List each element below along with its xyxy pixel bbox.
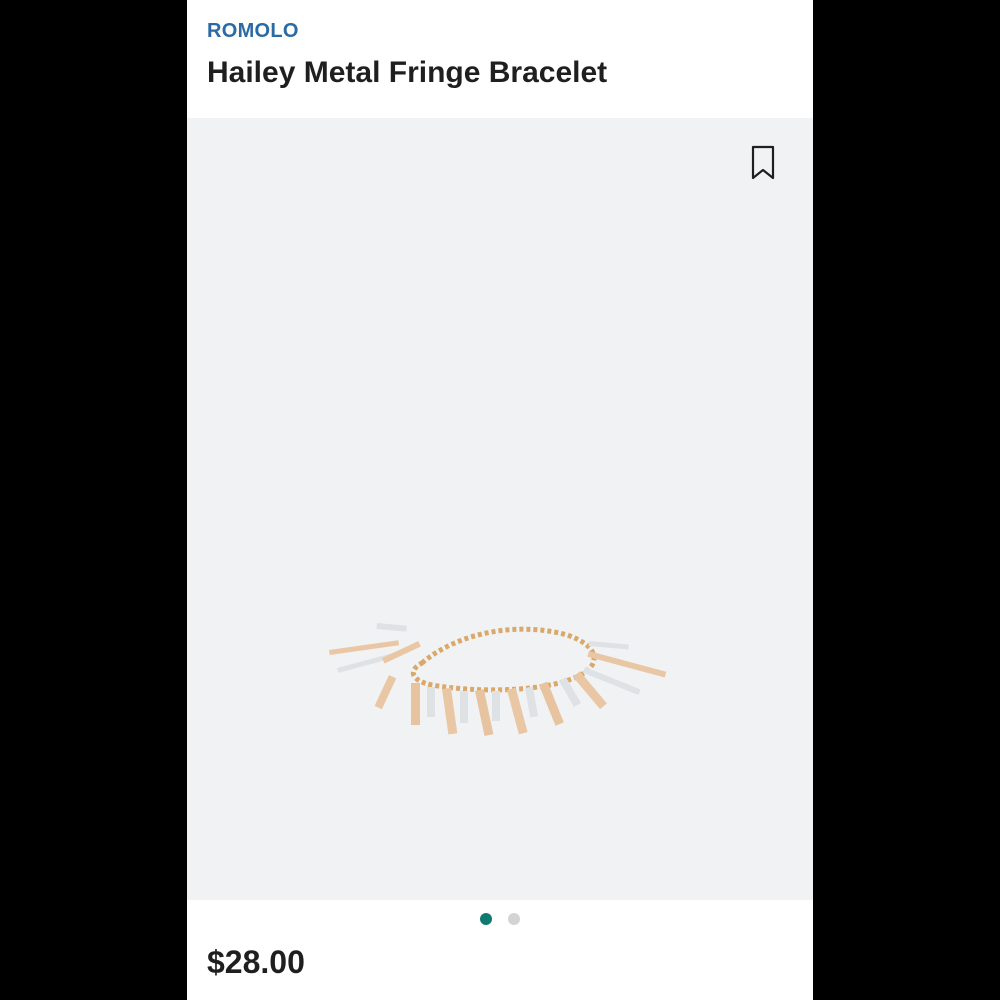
carousel-dot-2[interactable] — [508, 913, 520, 925]
product-image-carousel[interactable] — [187, 118, 813, 900]
brand-link[interactable]: ROMOLO — [207, 20, 299, 43]
product-price: $28.00 — [207, 944, 305, 980]
carousel-pagination — [187, 913, 813, 927]
product-title: Hailey Metal Fringe Bracelet — [207, 56, 608, 89]
product-header: ROMOLO Hailey Metal Fringe Bracelet — [187, 0, 813, 118]
product-screen: ROMOLO Hailey Metal Fringe Bracelet $28.… — [187, 0, 813, 1000]
bracelet-image — [329, 622, 667, 736]
bookmark-icon[interactable] — [750, 145, 776, 181]
carousel-dot-1[interactable] — [480, 913, 492, 925]
